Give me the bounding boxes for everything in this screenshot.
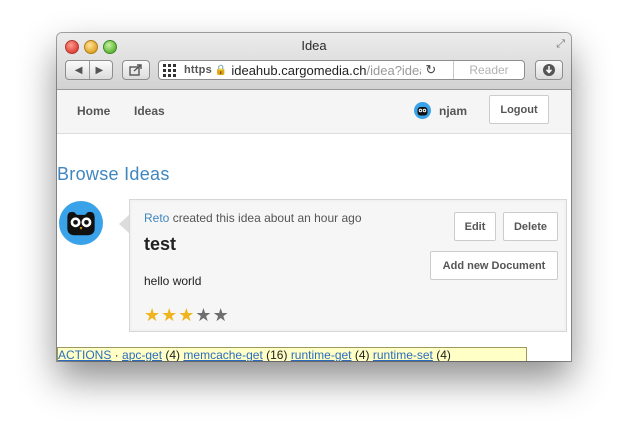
download-icon (543, 64, 555, 76)
logout-button[interactable]: Logout (489, 95, 549, 124)
star-icon[interactable]: ★ (144, 306, 160, 324)
browser-titlebar: Idea ⤢ ◀ ▶ https 🔒 ideahub.cargomedia.ch… (57, 33, 571, 90)
star-icon[interactable]: ★ (161, 306, 177, 324)
site-navbar: Home Ideas njam Logout (57, 90, 571, 134)
debug-item-memcache-get[interactable]: memcache-get (183, 348, 262, 361)
debug-count: (4) (436, 348, 451, 361)
lock-icon: 🔒 (214, 64, 228, 76)
reader-button[interactable]: Reader (453, 61, 524, 79)
debug-count: (16) (266, 348, 288, 361)
window-title: Idea (301, 38, 327, 53)
debug-item-runtime-get[interactable]: runtime-get (291, 348, 352, 361)
owl-icon (67, 211, 95, 236)
delete-button[interactable]: Delete (503, 212, 558, 241)
share-icon (129, 64, 142, 76)
idea-meta: Reto created this idea about an hour ago (144, 211, 362, 225)
url-text[interactable]: ideahub.cargomedia.ch/idea?idea: (231, 63, 421, 78)
debug-item-apc-get[interactable]: apc-get (122, 348, 162, 361)
address-bar[interactable]: https 🔒 ideahub.cargomedia.ch/idea?idea:… (158, 60, 525, 80)
star-icon[interactable]: ★ (195, 306, 211, 324)
forward-arrow-icon[interactable]: ▶ (96, 65, 104, 76)
url-scheme-badge: https (184, 64, 212, 76)
idea-card: Reto created this idea about an hour ago… (129, 199, 567, 332)
debug-count: (4) (165, 348, 181, 361)
author-link[interactable]: Reto (144, 211, 169, 225)
nav-home-link[interactable]: Home (77, 104, 110, 118)
page-title: Browse Ideas (57, 164, 170, 184)
debug-count: (4) (354, 348, 370, 361)
url-domain: ideahub.cargomedia.ch (231, 62, 367, 78)
downloads-button[interactable] (535, 60, 563, 80)
back-forward-buttons: ◀ ▶ (65, 60, 113, 80)
idea-card-body: Reto created this idea about an hour ago… (132, 202, 564, 329)
fullscreen-icon[interactable]: ⤢ (556, 38, 565, 51)
star-icon[interactable]: ★ (178, 306, 194, 324)
divider (88, 61, 90, 79)
reload-icon[interactable]: ↻ (425, 62, 436, 78)
rating-stars: ★ ★ ★ ★ ★ (144, 306, 229, 324)
back-arrow-icon[interactable]: ◀ (75, 65, 83, 76)
owl-icon (417, 106, 428, 115)
author-avatar[interactable] (59, 201, 103, 245)
user-avatar[interactable] (414, 102, 431, 119)
top-sites-grid-icon[interactable] (163, 63, 179, 77)
browser-window: Idea ⤢ ◀ ▶ https 🔒 ideahub.cargomedia.ch… (57, 33, 571, 361)
url-path: /idea?idea: (366, 62, 422, 78)
share-button[interactable] (122, 60, 150, 80)
edit-button[interactable]: Edit (454, 212, 496, 241)
idea-title: test (144, 234, 177, 254)
idea-meta-text: created this idea about an hour ago (169, 211, 362, 225)
username-link[interactable]: njam (439, 104, 467, 118)
debug-separator: · (111, 348, 123, 361)
debug-item-runtime-set[interactable]: runtime-set (373, 348, 433, 361)
star-icon[interactable]: ★ (213, 306, 229, 324)
add-document-button[interactable]: Add new Document (430, 251, 558, 280)
idea-description: hello world (144, 274, 202, 288)
debug-actions-link[interactable]: ACTIONS (58, 348, 111, 361)
debug-actions-bar: ACTIONS · apc-get (4) memcache-get (16) … (57, 347, 527, 361)
nav-ideas-link[interactable]: Ideas (134, 104, 165, 118)
